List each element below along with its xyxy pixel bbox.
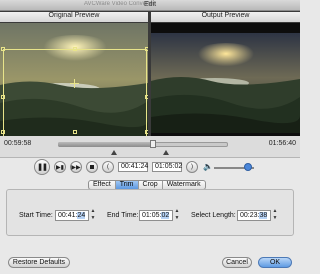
ok-button[interactable]: OK	[258, 257, 292, 268]
tab-crop[interactable]: Crop	[139, 181, 163, 189]
start-time-selected-segment: 24	[77, 212, 86, 219]
stop-icon	[90, 165, 94, 169]
tab-effect[interactable]: Effect	[89, 181, 116, 189]
output-preview-label: Output Preview	[151, 12, 300, 22]
pause-button[interactable]: ❚❚	[34, 159, 50, 175]
end-time-label: End Time:	[107, 212, 139, 219]
original-preview-label: Original Preview	[0, 12, 148, 22]
select-length-selected-segment: 38	[259, 212, 268, 219]
next-frame-icon: ▶▮	[56, 164, 64, 171]
playback-controls: ❚❚ ▶▮ ▶▶ ( 00:41:24 01:05:02 ) 🔈	[0, 158, 300, 178]
stepper-down-icon: ▼	[174, 215, 180, 221]
next-frame-button[interactable]: ▶▮	[54, 161, 66, 173]
original-preview	[0, 23, 148, 136]
forward-button[interactable]: ▶▶	[70, 161, 82, 173]
timeline-position-thumb[interactable]	[150, 140, 157, 148]
preview-area: Original Preview Output Preview	[0, 11, 300, 136]
pause-icon: ❚❚	[37, 164, 48, 171]
crop-handle-top-right[interactable]	[145, 47, 148, 51]
output-preview	[151, 23, 300, 136]
stepper-up-icon: ▲	[90, 208, 96, 214]
end-time-display: 01:05:02	[152, 162, 182, 172]
start-time-label: Start Time:	[19, 212, 53, 219]
crop-selection-box[interactable]	[3, 49, 147, 136]
restore-defaults-button[interactable]: Restore Defaults	[8, 257, 70, 268]
mark-in-bracket-icon: (	[107, 164, 109, 170]
speaker-icon: 🔈	[203, 162, 213, 171]
end-time-selected-segment: 02	[161, 212, 170, 219]
timeline-start-time: 00:59:58	[4, 140, 32, 147]
end-time-value: 01:05:	[142, 212, 162, 219]
output-preview-image	[151, 23, 300, 136]
window-title: Edit	[143, 1, 157, 8]
stepper-up-icon: ▲	[174, 208, 180, 214]
mark-out-button[interactable]: )	[186, 161, 198, 173]
cancel-button[interactable]: Cancel	[222, 257, 252, 268]
mark-out-bracket-icon: )	[191, 164, 193, 170]
start-time-stepper[interactable]: ▲ ▼	[90, 208, 96, 221]
volume-slider-knob[interactable]	[244, 163, 252, 171]
stepper-up-icon: ▲	[272, 208, 278, 214]
timeline-end-time: 01:56:40	[268, 140, 296, 147]
select-length-stepper[interactable]: ▲ ▼	[272, 208, 278, 221]
crop-handle-top-left[interactable]	[1, 47, 5, 51]
timeline-progress	[58, 142, 154, 147]
current-time-display: 00:41:24	[118, 162, 148, 172]
trim-end-marker-icon[interactable]	[163, 150, 169, 155]
end-time-field[interactable]: 01:05:02	[139, 210, 173, 221]
end-time-stepper[interactable]: ▲ ▼	[174, 208, 180, 221]
crop-handle-left[interactable]	[1, 95, 5, 99]
forward-icon: ▶▶	[71, 164, 81, 171]
trim-start-marker-icon[interactable]	[111, 150, 117, 155]
timeline-bar: 00:59:58 01:56:40	[0, 136, 300, 158]
tab-watermark[interactable]: Watermark	[163, 181, 205, 189]
stop-button[interactable]	[86, 161, 98, 173]
crop-handle-bottom[interactable]	[73, 130, 77, 134]
crop-handle-right[interactable]	[145, 95, 148, 99]
select-length-field[interactable]: 00:23:38	[237, 210, 271, 221]
crop-handle-bottom-left[interactable]	[1, 130, 5, 134]
title-bar: AVCWare Video Converter Edit	[0, 0, 300, 11]
start-time-field[interactable]: 00:41:24	[55, 210, 89, 221]
stepper-down-icon: ▼	[272, 215, 278, 221]
trim-panel: Start Time: 00:41:24 ▲ ▼ End Time: 01:05:…	[6, 189, 294, 236]
crop-handle-bottom-right[interactable]	[145, 130, 148, 134]
start-time-value: 00:41:	[58, 212, 78, 219]
select-length-value: 00:23:	[240, 212, 260, 219]
stepper-down-icon: ▼	[90, 215, 96, 221]
tab-trim[interactable]: Trim	[115, 181, 139, 189]
crop-center-marker-vertical	[74, 79, 75, 88]
select-length-label: Select Length:	[191, 212, 236, 219]
mark-in-button[interactable]: (	[102, 161, 114, 173]
crop-handle-top[interactable]	[73, 47, 77, 51]
